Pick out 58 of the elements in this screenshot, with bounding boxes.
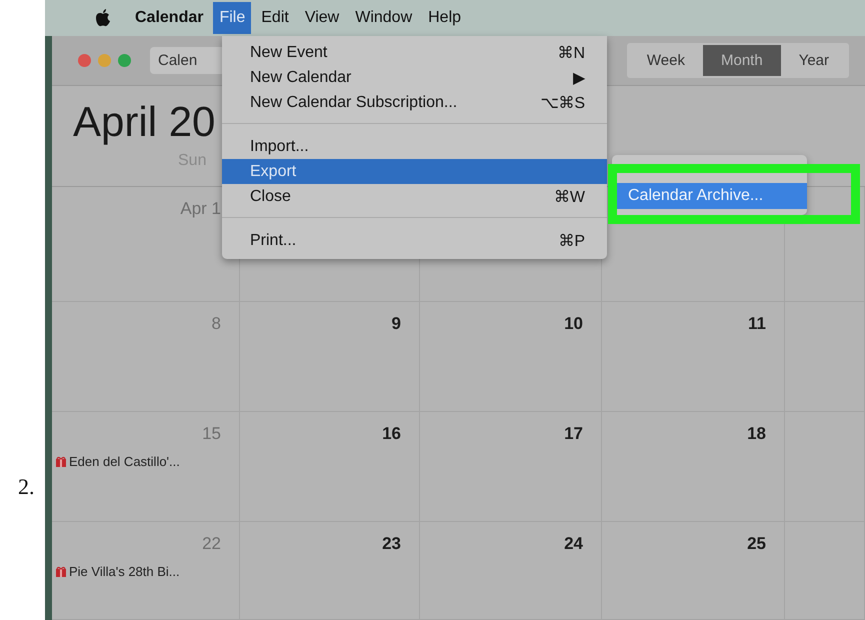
day-cell[interactable]: 15 Eden del Castillo'... — [52, 412, 240, 522]
month-title: April 20 — [73, 98, 216, 146]
menu-item-label: New Event — [250, 44, 328, 62]
date-number: 22 — [202, 534, 221, 554]
date-number: 25 — [747, 534, 766, 554]
shortcut-label: ⌘W — [554, 188, 585, 206]
calendar-event[interactable]: Pie Villa's 28th Bi... — [69, 564, 180, 579]
shortcut-label: ⌘N — [557, 44, 585, 62]
day-cell[interactable]: 18 — [602, 412, 785, 522]
menu-item-label: Print... — [250, 232, 296, 250]
shortcut-label: ▶ — [573, 68, 585, 88]
menu-item[interactable]: Export — [222, 159, 607, 184]
shortcut-label: ⌥⌘S — [540, 94, 585, 112]
date-number: 24 — [564, 534, 583, 554]
day-cell[interactable]: 22 Pie Villa's 28th Bi... — [52, 522, 240, 620]
menu-item-label: Export — [250, 162, 296, 180]
gift-icon — [56, 456, 66, 467]
minimize-button[interactable] — [98, 54, 111, 67]
menu-item-label: New Calendar Subscription... — [250, 94, 458, 112]
date-number: 8 — [212, 314, 221, 334]
day-cell[interactable]: 10 — [420, 302, 602, 412]
date-number: 18 — [747, 424, 766, 444]
shortcut-label: ⌘P — [558, 232, 585, 250]
menu-item-label: Import... — [250, 138, 309, 156]
day-cell[interactable]: 23 — [240, 522, 420, 620]
view-tab[interactable]: Year — [780, 45, 847, 76]
day-cell[interactable]: 24 — [420, 522, 602, 620]
menu-bar-item[interactable]: Window — [349, 2, 418, 34]
day-cell[interactable]: 25 — [602, 522, 785, 620]
view-tab[interactable]: Month — [702, 45, 781, 76]
zoom-button[interactable] — [118, 54, 131, 67]
step-number: 2. — [18, 474, 34, 499]
date-number: 23 — [382, 534, 401, 554]
date-number: 11 — [748, 314, 766, 334]
menu-bar-item[interactable]: Help — [422, 2, 468, 34]
date-number: 10 — [564, 314, 583, 334]
date-number: 9 — [392, 314, 401, 334]
day-cell[interactable]: 11 — [602, 302, 785, 412]
view-tab[interactable]: Week — [628, 45, 703, 76]
date-number: 15 — [202, 424, 221, 444]
day-cell[interactable]: 16 — [240, 412, 420, 522]
menu-item-label: New Calendar — [250, 68, 352, 86]
menu-item[interactable]: New Calendar Subscription... ⌥⌘S — [222, 90, 607, 115]
date-number: Apr 1 — [180, 199, 221, 219]
menu-bar-item[interactable]: Edit — [255, 2, 295, 34]
menu-item-label: Close — [250, 188, 291, 206]
gift-icon — [56, 566, 66, 577]
menu-bar-item[interactable]: View — [298, 2, 346, 34]
app-menu[interactable]: Calendar — [129, 2, 210, 34]
close-button[interactable] — [78, 54, 91, 67]
date-number: 17 — [564, 424, 583, 444]
day-cell[interactable]: 17 — [420, 412, 602, 522]
menu-item[interactable]: Import... — [222, 134, 607, 159]
menu-bar-item[interactable]: File — [213, 2, 252, 34]
apple-logo-icon[interactable] — [95, 9, 111, 27]
day-cell[interactable]: 9 — [240, 302, 420, 412]
date-number: 16 — [382, 424, 401, 444]
calendar-event[interactable]: Eden del Castillo'... — [69, 454, 180, 469]
